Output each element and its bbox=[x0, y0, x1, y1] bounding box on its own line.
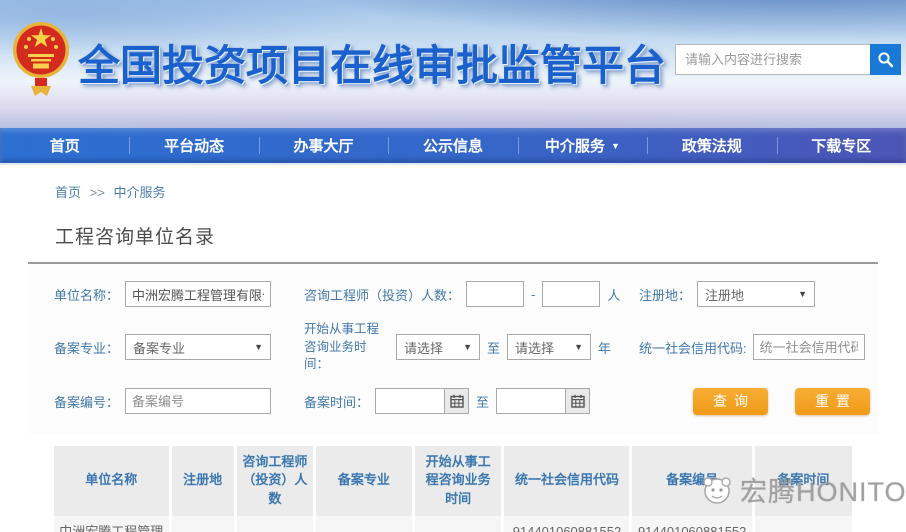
nav-item-platform-news[interactable]: 平台动态 bbox=[129, 128, 258, 163]
nav-label: 公示信息 bbox=[423, 135, 483, 156]
nav-item-service-hall[interactable]: 办事大厅 bbox=[259, 128, 388, 163]
column-header-filing-time: 备案时间 bbox=[755, 446, 852, 517]
filter-panel: 单位名称： 咨询工程师（投资）人数： - 人 注册地： 注册地 ▼ 备案专业： … bbox=[28, 262, 878, 434]
chevron-down-icon: ▼ bbox=[254, 342, 263, 352]
chevron-down-icon: ▼ bbox=[611, 141, 620, 151]
column-header-registration-place: 注册地 bbox=[172, 446, 234, 517]
national-emblem-logo bbox=[11, 12, 71, 104]
range-separator: - bbox=[531, 287, 535, 302]
breadcrumb-home-link[interactable]: 首页 bbox=[55, 185, 81, 200]
nav-label: 政策法规 bbox=[682, 135, 742, 156]
cell-unit-name: 中洲宏腾工程管理有限公司 bbox=[54, 516, 169, 532]
table-header-row: 单位名称 注册地 咨询工程师（投资）人数 备案专业 开始从事工程咨询业务时间 统… bbox=[54, 446, 852, 517]
column-header-start-time: 开始从事工程咨询业务时间 bbox=[415, 446, 502, 517]
nav-item-policies[interactable]: 政策法规 bbox=[647, 128, 776, 163]
column-header-specialty: 备案专业 bbox=[316, 446, 412, 517]
cell-filing-time: 2020-04-24 bbox=[755, 516, 852, 532]
nav-item-intermediary-services[interactable]: 中介服务 ▼ bbox=[518, 128, 647, 163]
unit-name-input[interactable] bbox=[125, 281, 271, 307]
year-unit-label: 年 bbox=[598, 338, 611, 357]
nav-item-public-info[interactable]: 公示信息 bbox=[388, 128, 517, 163]
filing-time-label: 备案时间： bbox=[304, 392, 369, 411]
search-icon bbox=[877, 51, 894, 68]
start-year-to-select[interactable]: 请选择 ▼ bbox=[507, 334, 591, 360]
search-button[interactable] bbox=[870, 44, 901, 75]
nav-item-home[interactable]: 首页 bbox=[0, 128, 129, 163]
nav-label: 中介服务 bbox=[545, 135, 605, 156]
nav-label: 平台动态 bbox=[164, 135, 224, 156]
specialty-selected: 备案专业 bbox=[133, 338, 185, 357]
reset-button[interactable]: 重置 bbox=[795, 388, 870, 415]
engineer-count-label: 咨询工程师（投资）人数： bbox=[304, 285, 460, 304]
registration-place-label: 注册地： bbox=[639, 285, 691, 304]
header-search bbox=[675, 44, 901, 75]
column-header-filing-number: 备案编号 bbox=[632, 446, 751, 517]
filter-row-2: 备案专业： 备案专业 ▼ 开始从事工程 咨询业务时间： 请选择 ▼ 至 请选择 … bbox=[28, 314, 878, 381]
engineer-unit-label: 人 bbox=[607, 285, 620, 304]
chevron-down-icon: ▼ bbox=[463, 342, 472, 352]
chevron-down-icon: ▼ bbox=[798, 289, 807, 299]
query-button[interactable]: 查询 bbox=[693, 388, 768, 415]
to-label: 至 bbox=[487, 338, 500, 357]
page-title: 工程咨询单位名录 bbox=[55, 222, 906, 249]
calendar-button-to[interactable] bbox=[566, 388, 590, 414]
nav-label: 办事大厅 bbox=[294, 135, 354, 156]
column-header-engineer-count: 咨询工程师（投资）人数 bbox=[237, 446, 313, 517]
start-time-label: 开始从事工程 咨询业务时间： bbox=[304, 321, 388, 374]
breadcrumb-current[interactable]: 中介服务 bbox=[113, 185, 165, 200]
registration-place-selected: 注册地 bbox=[705, 285, 744, 304]
filing-time-to-input[interactable] bbox=[496, 388, 566, 414]
filter-row-1: 单位名称： 咨询工程师（投资）人数： - 人 注册地： 注册地 ▼ bbox=[28, 274, 878, 314]
table-row: 中洲宏腾工程管理有限公司 广东省 建筑 2016年 91440106088155… bbox=[54, 516, 852, 532]
cell-credit-code: 91440106088155209H bbox=[504, 516, 629, 532]
nav-label: 首页 bbox=[50, 135, 80, 156]
chevron-down-icon: ▼ bbox=[574, 342, 583, 352]
specialty-select[interactable]: 备案专业 ▼ bbox=[125, 334, 271, 360]
engineer-count-min-input[interactable] bbox=[466, 281, 524, 307]
credit-code-input[interactable] bbox=[753, 334, 865, 360]
results-table: 单位名称 注册地 咨询工程师（投资）人数 备案专业 开始从事工程咨询业务时间 统… bbox=[54, 446, 852, 532]
cell-filing-number: 91440106088155209H-20 bbox=[632, 516, 751, 532]
filing-number-label: 备案编号： bbox=[54, 392, 119, 411]
search-input[interactable] bbox=[675, 44, 870, 75]
credit-code-label: 统一社会信用代码: bbox=[639, 338, 747, 357]
breadcrumb: 首页 >> 中介服务 bbox=[55, 182, 906, 201]
nav-label: 下载专区 bbox=[811, 135, 871, 156]
filing-number-input[interactable] bbox=[125, 388, 271, 414]
calendar-button-from[interactable] bbox=[445, 388, 469, 414]
cell-registration-place: 广东省 bbox=[172, 516, 234, 532]
breadcrumb-separator: >> bbox=[90, 185, 105, 200]
main-navigation: 首页 平台动态 办事大厅 公示信息 中介服务 ▼ 政策法规 下载专区 bbox=[0, 128, 906, 165]
calendar-icon bbox=[571, 394, 585, 408]
column-header-credit-code: 统一社会信用代码 bbox=[504, 446, 629, 517]
start-year-from-selected: 请选择 bbox=[404, 338, 443, 357]
engineer-count-max-input[interactable] bbox=[542, 281, 600, 307]
cell-engineer-count bbox=[237, 516, 313, 532]
filter-row-3: 备案编号： 备案时间： 至 bbox=[28, 381, 878, 422]
cell-specialty: 建筑 bbox=[316, 516, 412, 532]
site-header: 全国投资项目在线审批监管平台 bbox=[0, 0, 906, 128]
to-label: 至 bbox=[476, 392, 489, 411]
column-header-unit-name: 单位名称 bbox=[54, 446, 169, 517]
specialty-label: 备案专业： bbox=[54, 338, 119, 357]
cell-start-time: 2016年 bbox=[415, 516, 502, 532]
start-year-from-select[interactable]: 请选择 ▼ bbox=[396, 334, 480, 360]
site-title: 全国投资项目在线审批监管平台 bbox=[78, 32, 666, 93]
registration-place-select[interactable]: 注册地 ▼ bbox=[697, 281, 815, 307]
start-year-to-selected: 请选择 bbox=[515, 338, 554, 357]
unit-name-label: 单位名称： bbox=[54, 285, 119, 304]
filing-time-from-input[interactable] bbox=[375, 388, 445, 414]
calendar-icon bbox=[450, 394, 464, 408]
nav-item-downloads[interactable]: 下载专区 bbox=[777, 128, 906, 163]
